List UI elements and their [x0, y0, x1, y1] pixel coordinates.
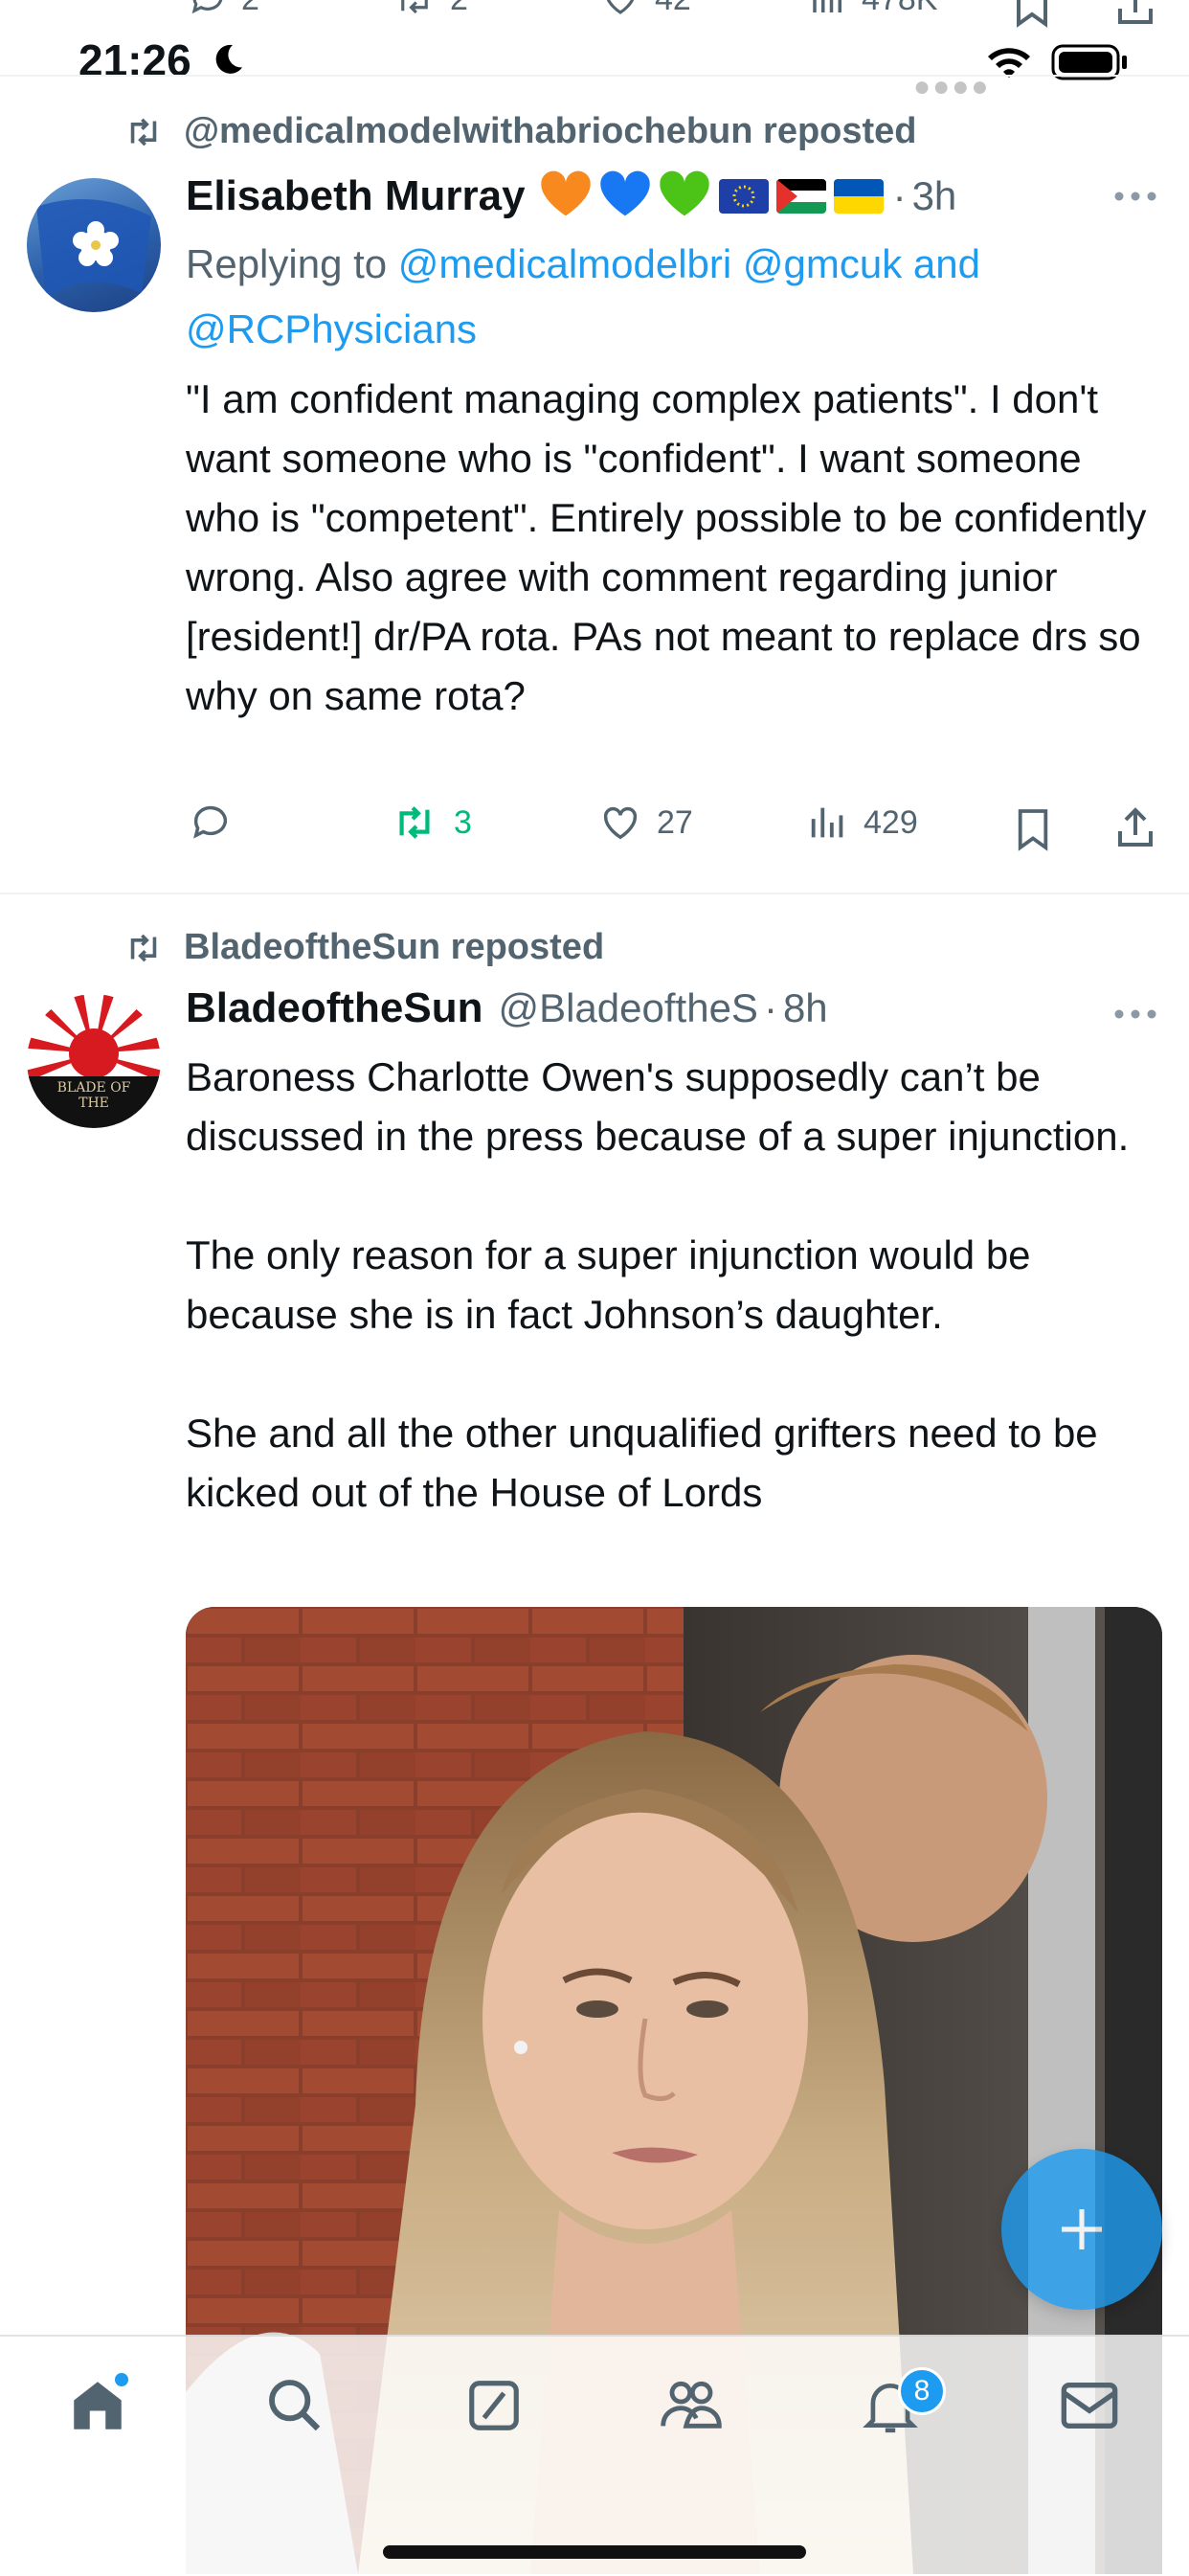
nav-search[interactable]: [257, 2367, 333, 2444]
more-icon: [1114, 192, 1156, 201]
share-icon[interactable]: [1114, 0, 1156, 29]
author-handle[interactable]: @BladeoftheS: [498, 985, 757, 1031]
repost-label[interactable]: @medicalmodelwithabriochebun reposted: [184, 111, 917, 152]
heart-icon: [599, 0, 641, 19]
orange-heart-icon: [539, 169, 593, 223]
tweet-header: BladeoftheSun @BladeoftheS · 8h: [186, 984, 828, 1032]
palestine-flag-icon: [775, 178, 826, 214]
repost-label[interactable]: BladeoftheSun reposted: [184, 927, 604, 968]
replying-handles[interactable]: @medicalmodelbri @gmcuk and: [398, 241, 980, 286]
repost-icon: [393, 0, 437, 19]
more-options-button[interactable]: [1112, 190, 1158, 208]
nav-communities[interactable]: [653, 2367, 729, 2444]
grok-icon: [469, 2381, 519, 2430]
avatar[interactable]: BLADE OF THE: [27, 994, 161, 1128]
notifications-badge: 8: [898, 2367, 946, 2415]
moon-icon: [209, 40, 247, 79]
green-heart-icon: [658, 169, 711, 223]
blue-heart-icon: [598, 169, 652, 223]
previous-tweet-actions: 2 2 42 478K: [0, 0, 1189, 38]
bookmark-icon[interactable]: [1015, 806, 1051, 852]
nav-messages[interactable]: [1051, 2367, 1128, 2444]
nav-grok[interactable]: [456, 2367, 532, 2444]
repost-indicator: @medicalmodelwithabriochebun reposted: [123, 111, 917, 152]
home-unread-dot: [115, 2373, 128, 2386]
repost-small-icon: [123, 931, 165, 965]
replying-handle-rcp[interactable]: @RCPhysicians: [186, 306, 477, 351]
more-icon: [1114, 1009, 1156, 1019]
plus-icon: [1062, 2209, 1102, 2249]
tweet-text: Baroness Charlotte Owen's supposedly can…: [186, 1054, 1130, 1515]
mail-icon: [1061, 2383, 1118, 2429]
heart-icon: [597, 801, 643, 845]
repost-action[interactable]: 2: [393, 0, 468, 19]
repost-indicator: BladeoftheSun reposted: [123, 927, 604, 968]
reply-icon: [188, 801, 234, 845]
ukraine-flag-icon: [833, 178, 884, 214]
search-icon: [269, 2380, 321, 2431]
tweet-time[interactable]: 8h: [783, 985, 828, 1031]
author-name[interactable]: Elisabeth Murray: [186, 172, 526, 220]
bottom-nav: 8: [0, 2335, 1189, 2576]
more-options-button[interactable]: [1112, 1007, 1158, 1026]
time-separator: ·: [763, 985, 777, 1030]
repost-action[interactable]: 3: [389, 801, 472, 845]
nav-home[interactable]: [59, 2367, 136, 2444]
tweet-header: Elisabeth Murray · 3h: [186, 169, 956, 223]
reply-action[interactable]: 2: [188, 0, 259, 19]
compose-fab[interactable]: [1001, 2149, 1162, 2310]
bookmark-icon[interactable]: [1013, 0, 1051, 29]
communities-icon: [661, 2381, 722, 2429]
views-action[interactable]: 429: [806, 801, 918, 845]
author-name[interactable]: BladeoftheSun: [186, 984, 482, 1032]
repost-icon-active: [389, 801, 440, 845]
views-icon: [808, 0, 848, 19]
home-indicator: [383, 2545, 806, 2559]
time-separator: ·: [892, 172, 907, 218]
tweet-time[interactable]: 3h: [912, 173, 957, 219]
avatar[interactable]: [27, 178, 161, 312]
eu-flag-icon: [718, 178, 769, 214]
repost-small-icon: [123, 115, 165, 149]
tweet-bladeofthesun[interactable]: BladeoftheSun reposted BLADE OF THE Blad…: [0, 894, 1189, 2574]
like-count: 27: [657, 803, 693, 841]
yorkshire-flag-icon: [36, 199, 151, 298]
repost-count: 3: [454, 803, 472, 841]
like-action[interactable]: 27: [597, 801, 693, 845]
replying-to: Replying to @medicalmodelbri @gmcuk and …: [186, 241, 980, 351]
views-action[interactable]: 478K: [808, 0, 937, 19]
share-icon[interactable]: [1114, 804, 1156, 850]
tweet-elisabeth-murray[interactable]: @medicalmodelwithabriochebun reposted El…: [0, 77, 1189, 891]
views-count: 429: [864, 803, 918, 841]
reply-action[interactable]: [188, 801, 234, 845]
tweet-text: "I am confident managing complex patient…: [186, 376, 1158, 718]
avatar-text: BLADE OF THE: [56, 1080, 131, 1111]
reply-icon: [188, 0, 228, 19]
nav-notifications[interactable]: 8: [852, 2367, 946, 2444]
views-icon: [806, 801, 850, 845]
like-action[interactable]: 42: [599, 0, 691, 19]
